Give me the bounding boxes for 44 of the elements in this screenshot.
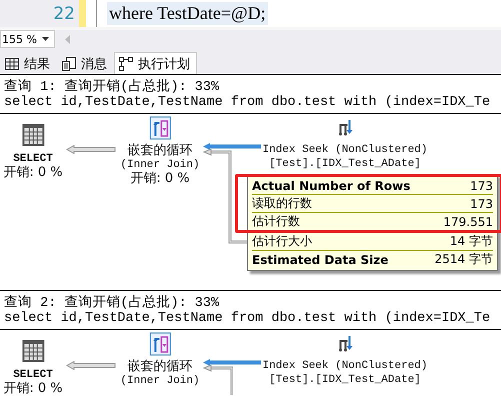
operator-detail: 开销: 0 % (3, 382, 63, 396)
tooltip-label: 估计行大小 (252, 233, 312, 250)
plan-icon (119, 56, 133, 70)
tooltip-label: Estimated Data Size (252, 252, 388, 266)
change-marker (79, 0, 86, 27)
scroll-left-icon[interactable] (65, 34, 70, 44)
result-tab[interactable]: 结果 (0, 52, 57, 74)
table-icon (22, 340, 44, 362)
message-icon (62, 56, 76, 70)
grid-icon (5, 58, 19, 70)
operator-title: Index Seek (NonClustered) (262, 359, 428, 373)
result-tab[interactable]: 消息 (57, 52, 114, 74)
tooltip-value: 14 字节 (450, 233, 493, 250)
zoom-dropdown[interactable]: 155 % (0, 30, 55, 48)
tooltip-value: 179.551 (443, 214, 493, 228)
operator-title: 嵌套的循环 (128, 144, 192, 158)
operator-detail: (Inner Join) (120, 158, 200, 172)
result-tab[interactable]: 执行计划 (114, 52, 197, 74)
tooltip-label: 读取的行数 (252, 195, 312, 212)
loop-icon (149, 116, 171, 140)
tooltip-label: Actual Number of Rows (252, 178, 410, 192)
operator-detail: 开销: 0 % (3, 166, 63, 180)
loop-icon (149, 332, 171, 356)
operator-title: 嵌套的循环 (128, 360, 192, 374)
operator-cost: 开销: 0 % (130, 172, 190, 186)
caret-icon (42, 37, 49, 41)
table-icon (22, 124, 44, 146)
tooltip-value: 2514 字节 (434, 251, 493, 268)
operator-title: Index Seek (NonClustered) (262, 143, 428, 157)
line-number: 22 (53, 4, 75, 24)
query-header: 查询 1: 查询开销(占总批): 33% (3, 78, 220, 95)
tooltip-label: 估计行数 (252, 213, 300, 230)
query-sql: select id,TestDate,TestName from dbo.test with (index=IDX_Te (0, 95, 501, 114)
operator-detail: [Test].[IDX_Test_ADate] (269, 157, 421, 171)
tooltip-value: 173 (470, 196, 493, 210)
query-sql: select id,TestDate,TestName from dbo.test with (index=IDX_Te (0, 311, 501, 330)
query-header: 查询 2: 查询开销(占总批): 33% (3, 294, 220, 311)
operator-title: SELECT (13, 152, 53, 166)
data-flow-arrow (66, 145, 116, 154)
operator-detail: [Test].[IDX_Test_ADate] (269, 373, 421, 387)
operator-title: SELECT (13, 368, 53, 382)
data-flow-arrow (66, 361, 116, 370)
tooltip-value: 173 (470, 178, 493, 192)
operator-detail: (Inner Join) (120, 374, 200, 388)
